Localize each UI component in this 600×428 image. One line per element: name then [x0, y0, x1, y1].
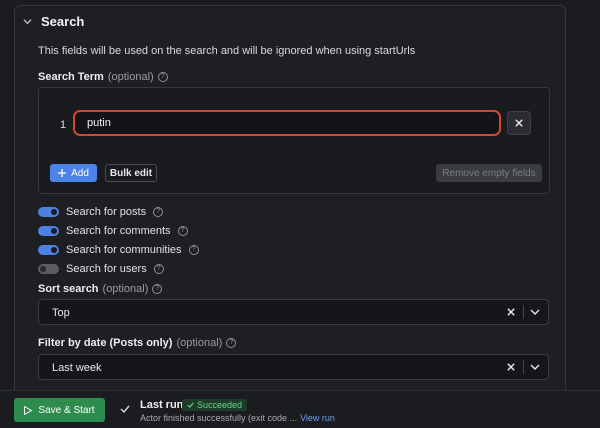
search-term-list: 1 putin Add Bulk edit Remove empty field… [38, 87, 550, 194]
chevron-down-icon[interactable] [528, 360, 542, 374]
toggle-label: Search for users [66, 263, 147, 275]
help-icon[interactable]: ? [152, 284, 163, 294]
add-button[interactable]: Add [50, 164, 97, 182]
toggle-search-users[interactable]: Search for users ? [38, 263, 164, 275]
toggle-label: Search for posts [66, 206, 147, 218]
search-term-label: Search Term (optional) ? [38, 71, 168, 83]
chevron-down-icon[interactable] [528, 305, 542, 319]
select-value: Last week [52, 362, 102, 374]
clear-icon[interactable] [504, 304, 518, 320]
help-icon[interactable]: ? [188, 245, 199, 255]
check-icon [120, 405, 130, 413]
toggle-switch[interactable] [38, 226, 59, 236]
toggle-search-comments[interactable]: Search for comments ? [38, 225, 188, 237]
toggle-search-posts[interactable]: Search for posts ? [38, 206, 164, 218]
help-icon[interactable]: ? [153, 207, 164, 217]
toggle-switch[interactable] [38, 207, 59, 217]
sort-search-label: Sort search (optional) ? [38, 283, 163, 295]
clear-icon[interactable] [504, 359, 518, 375]
filter-date-select[interactable]: Last week [38, 354, 549, 380]
status-badge: Succeeded [182, 399, 248, 411]
sort-search-label-text: Sort search [38, 283, 99, 295]
select-value: Top [52, 307, 70, 319]
play-icon [24, 405, 33, 415]
help-icon[interactable]: ? [153, 264, 164, 274]
help-icon[interactable]: ? [226, 338, 237, 348]
chevron-down-icon [23, 19, 32, 25]
search-section: Search This fields will be used on the s… [14, 5, 566, 425]
bulk-edit-button[interactable]: Bulk edit [105, 164, 157, 182]
toggle-search-communities[interactable]: Search for communities ? [38, 244, 199, 256]
help-icon[interactable]: ? [177, 226, 188, 236]
footer-bar: Save & Start Last run Succeeded Actor fi… [0, 390, 600, 428]
toggle-label: Search for communities [66, 244, 182, 256]
search-term-input[interactable]: putin [73, 110, 501, 136]
toggle-switch[interactable] [38, 245, 59, 255]
remove-empty-fields-button[interactable]: Remove empty fields [436, 164, 542, 182]
last-run-title: Last run [140, 399, 184, 411]
row-index: 1 [60, 119, 67, 131]
select-divider [523, 360, 524, 374]
status-badge-label: Succeeded [197, 400, 243, 410]
optional-tag: (optional) [102, 283, 149, 295]
close-icon [515, 119, 523, 127]
optional-tag: (optional) [107, 71, 154, 83]
save-button-label: Save & Start [38, 404, 95, 416]
help-icon[interactable]: ? [157, 72, 168, 82]
remove-row-button[interactable] [507, 111, 531, 135]
toggle-switch[interactable] [38, 264, 59, 274]
sort-search-select[interactable]: Top [38, 299, 549, 325]
add-button-label: Add [71, 167, 89, 179]
close-icon [507, 363, 515, 371]
status-text: Actor finished successfully (exit code .… [140, 413, 298, 423]
view-run-link[interactable]: View run [300, 413, 335, 423]
plus-icon [58, 169, 67, 177]
save-and-start-button[interactable]: Save & Start [14, 398, 105, 422]
check-icon [187, 402, 194, 408]
filter-date-label-text: Filter by date (Posts only) [38, 337, 173, 349]
optional-tag: (optional) [176, 337, 223, 349]
last-run-status: Actor finished successfully (exit code .… [140, 413, 335, 423]
close-icon [507, 308, 515, 316]
toggle-label: Search for comments [66, 225, 171, 237]
select-divider [523, 305, 524, 319]
section-title: Search [41, 14, 85, 29]
search-term-label-text: Search Term [38, 71, 104, 83]
section-description: This fields will be used on the search a… [38, 45, 416, 57]
section-header[interactable]: Search [23, 14, 84, 29]
filter-date-label: Filter by date (Posts only) (optional) ? [38, 337, 237, 349]
